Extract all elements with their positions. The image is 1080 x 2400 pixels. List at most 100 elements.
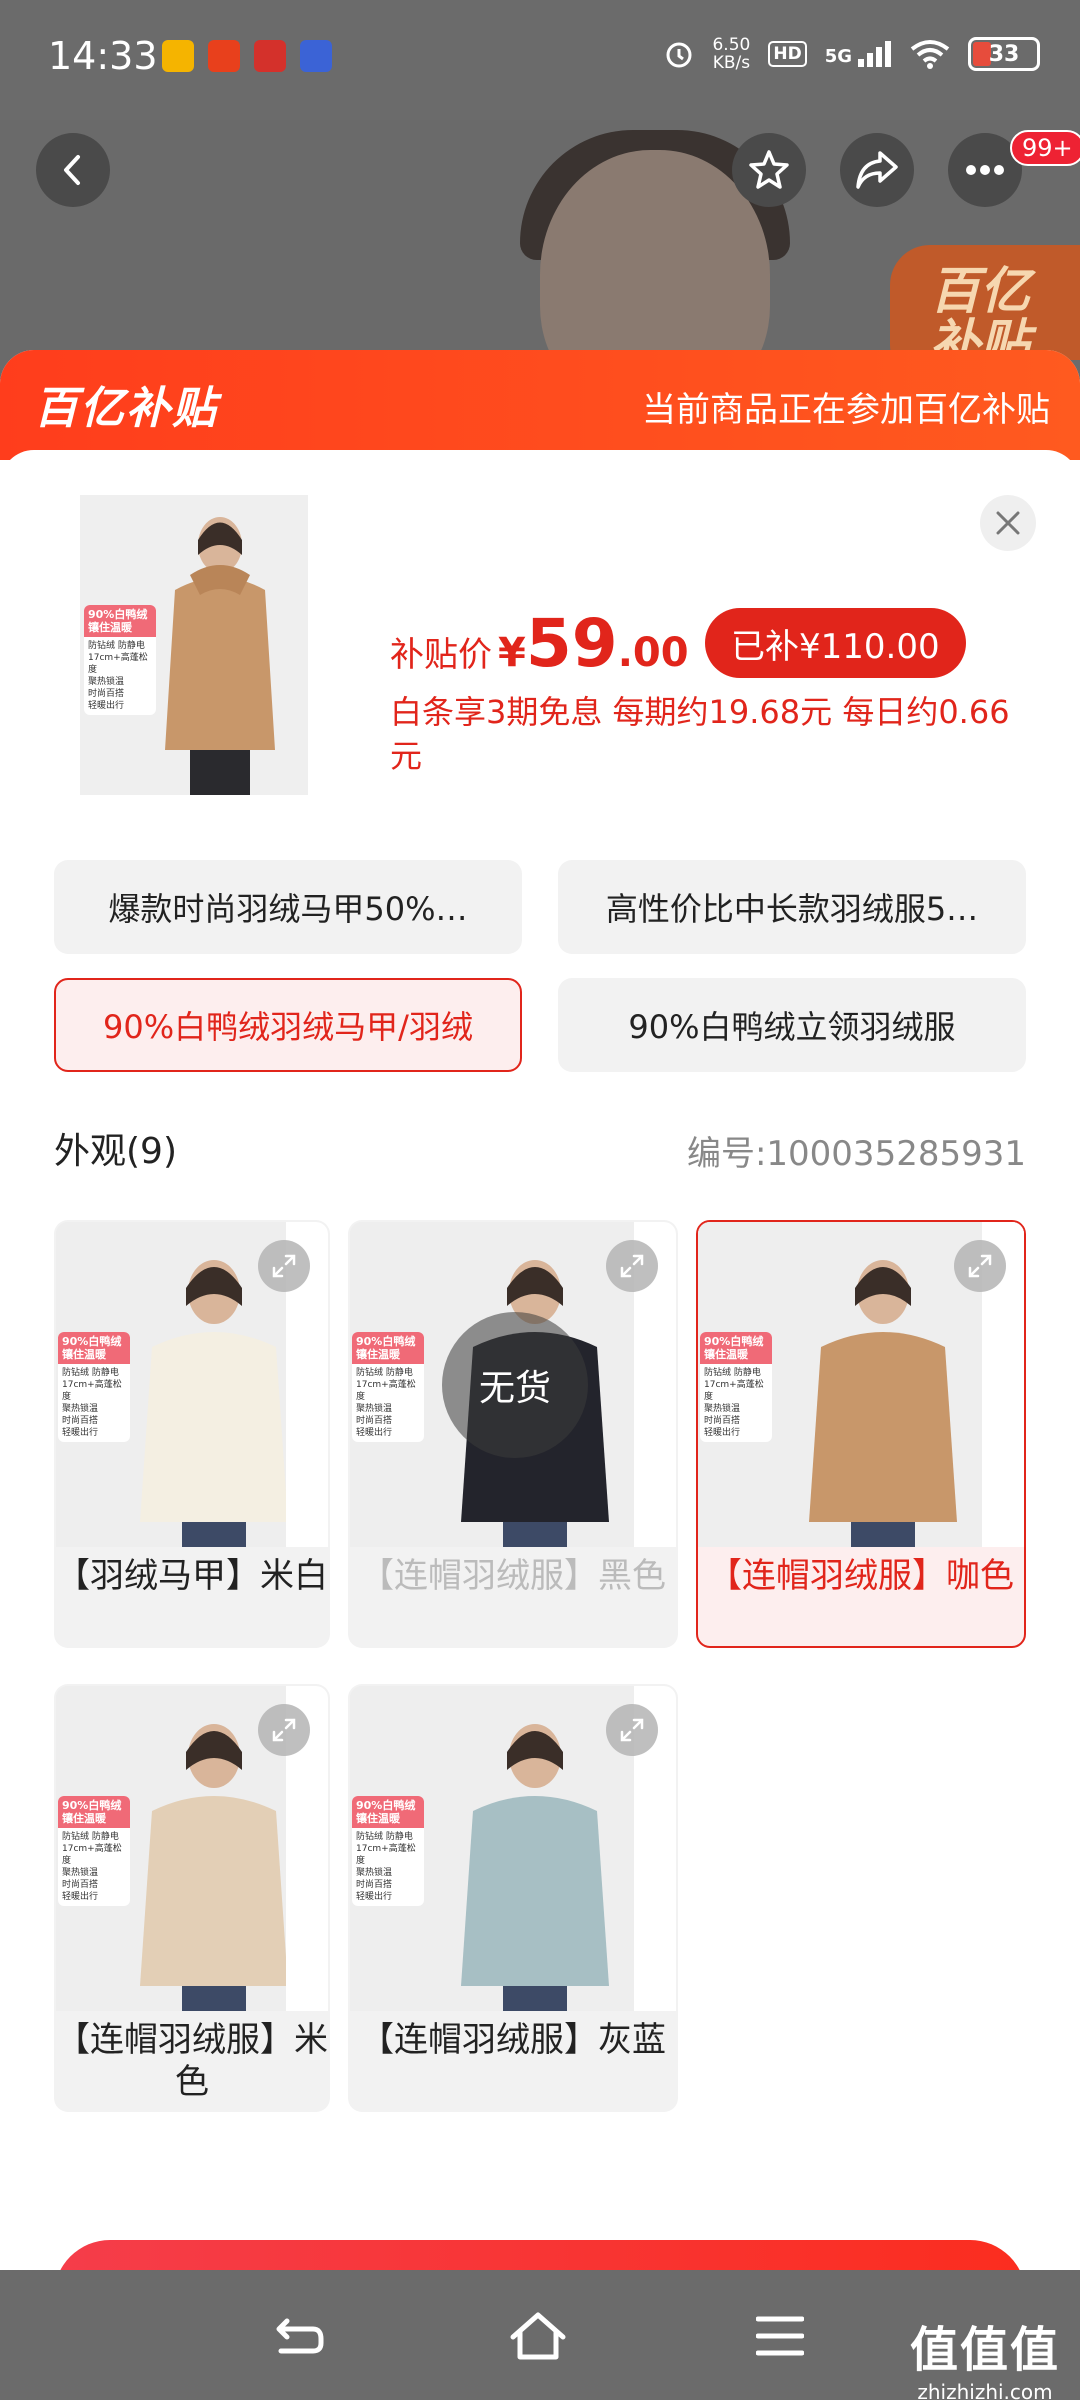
style-option[interactable]: 90%白鸭绒立领羽绒服 [558, 978, 1026, 1072]
expand-icon[interactable] [606, 1704, 658, 1756]
swatch-feature-tag: 90%白鸭绒 镶住温暖 防钻绒 防静电 17cm+高蓬松度 聚热锁温 时尚百搭 轻暖出行 [352, 1332, 424, 1442]
price-currency: ¥ [498, 630, 526, 676]
share-icon [856, 151, 898, 189]
subsidy-logo: 百亿补贴 [34, 383, 218, 434]
nav-home-icon [510, 2312, 566, 2360]
subsidy-amount-badge: 已补¥110.00 [705, 608, 966, 678]
feature-line: 时尚百搭 [356, 1880, 393, 1890]
feature-tag-head: 90%白鸭绒 镶住温暖 [352, 1332, 424, 1364]
feature-line: 17cm+高蓬松度 [62, 1380, 122, 1402]
close-icon [996, 511, 1020, 535]
swatch-hooded-greyblue[interactable]: 90%白鸭绒 镶住温暖 防钻绒 防静电 17cm+高蓬松度 聚热锁温 时尚百搭 轻暖出行【… [348, 1684, 678, 2112]
feature-line: 17cm+高蓬松度 [356, 1380, 416, 1402]
feature-line: 时尚百搭 [704, 1416, 741, 1426]
price-decimal: .00 [617, 630, 689, 676]
sheet-body: 90%白鸭绒 镶住温暖 防钻绒 防静电 17cm+高蓬松度 聚热锁温 时尚百搭 … [0, 450, 1080, 2270]
share-button[interactable] [840, 133, 914, 207]
feature-line: 防钻绒 防静电 [88, 641, 145, 651]
feature-line: 时尚百搭 [356, 1416, 393, 1426]
product-feature-tag: 90%白鸭绒 镶住温暖 防钻绒 防静电 17cm+高蓬松度 聚热锁温 时尚百搭 … [84, 605, 156, 715]
feature-line: 防钻绒 防静电 [62, 1368, 119, 1378]
feature-tag-body: 防钻绒 防静电 17cm+高蓬松度 聚热锁温 时尚百搭 轻暖出行 [352, 1364, 424, 1442]
status-time: 14:33 [48, 34, 158, 78]
nav-home-button[interactable] [508, 2306, 568, 2366]
swatch-hooded-brown[interactable]: 90%白鸭绒 镶住温暖 防钻绒 防静电 17cm+高蓬松度 聚热锁温 时尚百搭 轻暖出行【… [696, 1220, 1026, 1648]
network-speed: 6.50 KB/s [712, 36, 750, 72]
expand-icon[interactable] [954, 1240, 1006, 1292]
swatch-label: 【连帽羽绒服】灰蓝 [360, 2020, 666, 2060]
feature-tag-body: 防钻绒 防静电 17cm+高蓬松度 聚热锁温 时尚百搭 轻暖出行 [84, 637, 156, 715]
close-button[interactable] [980, 495, 1036, 551]
speed-unit: KB/s [712, 53, 751, 73]
hero-subsidy-badge: 百亿 补贴 [890, 245, 1080, 360]
style-option-selected[interactable]: 90%白鸭绒羽绒马甲/羽绒 [54, 978, 522, 1072]
back-arrow-icon [64, 155, 80, 185]
subsidy-banner-text: 当前商品正在参加百亿补贴 [642, 390, 1050, 430]
notification-app-icon [254, 40, 286, 72]
feature-line: 聚热锁温 [62, 1404, 99, 1414]
feature-line: 时尚百搭 [62, 1880, 99, 1890]
feature-line: 防钻绒 防静电 [704, 1368, 761, 1378]
feature-tag-head: 90%白鸭绒 镶住温暖 [58, 1796, 130, 1828]
subsidy-price: 补贴价 ¥ 59 .00 [390, 605, 689, 682]
confirm-button[interactable]: 确定 [54, 2240, 1026, 2270]
swatch-label: 【连帽羽绒服】米色 [56, 2020, 328, 2102]
expand-icon[interactable] [258, 1704, 310, 1756]
expand-arrows-icon [620, 1718, 644, 1742]
nav-menu-button[interactable] [750, 2306, 810, 2366]
out-of-stock-overlay: 无货 [442, 1312, 588, 1458]
watermark-logo: 值值值 [909, 2322, 1060, 2378]
feature-tag-head: 90%白鸭绒 镶住温暖 [58, 1332, 130, 1364]
feature-line: 聚热锁温 [704, 1404, 741, 1414]
swatch-hooded-black[interactable]: 90%白鸭绒 镶住温暖 防钻绒 防静电 17cm+高蓬松度 聚热锁温 时尚百搭 轻暖出行 无… [348, 1220, 678, 1648]
more-dots-icon [966, 165, 1004, 175]
feature-line: 时尚百搭 [62, 1416, 99, 1426]
network-label: 5G [824, 46, 852, 67]
feature-tag-body: 防钻绒 防静电 17cm+高蓬松度 聚热锁温 时尚百搭 轻暖出行 [58, 1828, 130, 1906]
feature-tag-body: 防钻绒 防静电 17cm+高蓬松度 聚热锁温 时尚百搭 轻暖出行 [352, 1828, 424, 1906]
back-button[interactable] [36, 133, 110, 207]
favorite-button[interactable] [732, 133, 806, 207]
sku-selection-sheet: 百亿补贴 当前商品正在参加百亿补贴 90%白鸭绒 镶住温暖 防钻绒 防静电 17… [0, 350, 1080, 2270]
style-option[interactable]: 高性价比中长款羽绒服5… [558, 860, 1026, 954]
feature-tag-body: 防钻绒 防静电 17cm+高蓬松度聚热锁温时尚百搭轻暖出行 [58, 1364, 130, 1442]
sku-number: 编号:100035285931 [686, 1134, 1026, 1174]
feature-line: 轻暖出行 [62, 1428, 99, 1438]
swatch-label: 【羽绒马甲】米白 [56, 1556, 328, 1596]
nav-back-button[interactable] [270, 2306, 330, 2366]
battery-icon: 33 [968, 37, 1040, 71]
expand-icon[interactable] [606, 1240, 658, 1292]
expand-arrows-icon [272, 1718, 296, 1742]
product-thumbnail[interactable]: 90%白鸭绒 镶住温暖 防钻绒 防静电 17cm+高蓬松度 聚热锁温 时尚百搭 … [80, 495, 308, 795]
swatch-feature-tag: 90%白鸭绒 镶住温暖 防钻绒 防静电 17cm+高蓬松度 聚热锁温 时尚百搭 轻暖出行 [352, 1796, 424, 1906]
swatch-vest-offwhite[interactable]: 90%白鸭绒 镶住温暖防钻绒 防静电 17cm+高蓬松度聚热锁温时尚百搭轻暖出行【… [54, 1220, 330, 1648]
feature-line: 聚热锁温 [356, 1868, 393, 1878]
swatch-label: 【连帽羽绒服】咖色 [708, 1556, 1014, 1596]
nav-back-icon [276, 2318, 324, 2354]
swatch-feature-tag: 90%白鸭绒 镶住温暖防钻绒 防静电 17cm+高蓬松度聚热锁温时尚百搭轻暖出行 [58, 1332, 130, 1442]
feature-line: 轻暖出行 [62, 1892, 99, 1902]
watermark-url: zhizhizhi.com [917, 2380, 1053, 2400]
status-app-icons [162, 40, 332, 72]
notification-badge: 99+ [1010, 130, 1080, 166]
feature-line: 轻暖出行 [356, 1892, 393, 1902]
feature-tag-head: 90%白鸭绒 镶住温暖 [352, 1796, 424, 1828]
speed-value: 6.50 [712, 35, 751, 55]
feature-line: 防钻绒 防静电 [356, 1368, 413, 1378]
feature-line: 轻暖出行 [704, 1428, 741, 1438]
feature-line: 17cm+高蓬松度 [62, 1844, 122, 1866]
appearance-swatches: 90%白鸭绒 镶住温暖 防钻绒 防静电 17cm+高蓬松度 聚热锁温 时尚百搭 轻暖出行【… [54, 1220, 1026, 2112]
style-option[interactable]: 爆款时尚羽绒马甲50%… [54, 860, 522, 954]
notification-app-icon [162, 40, 194, 72]
feature-line: 轻暖出行 [88, 701, 125, 711]
swatch-hooded-beige[interactable]: 90%白鸭绒 镶住温暖 防钻绒 防静电 17cm+高蓬松度 聚热锁温 时尚百搭 轻暖出行【… [54, 1684, 330, 2112]
status-bar: 14:33 6.50 KB/s HD 5G 33 [0, 0, 1080, 120]
swatch-label: 【连帽羽绒服】黑色 [360, 1556, 666, 1596]
alarm-icon [666, 42, 692, 68]
notification-app-icon [300, 40, 332, 72]
status-indicators: 6.50 KB/s HD 5G 33 [664, 36, 1040, 72]
feature-line: 聚热锁温 [88, 677, 125, 687]
expand-icon[interactable] [258, 1240, 310, 1292]
swatch-feature-tag: 90%白鸭绒 镶住温暖 防钻绒 防静电 17cm+高蓬松度 聚热锁温 时尚百搭 轻暖出行 [58, 1796, 130, 1906]
expand-arrows-icon [620, 1254, 644, 1278]
